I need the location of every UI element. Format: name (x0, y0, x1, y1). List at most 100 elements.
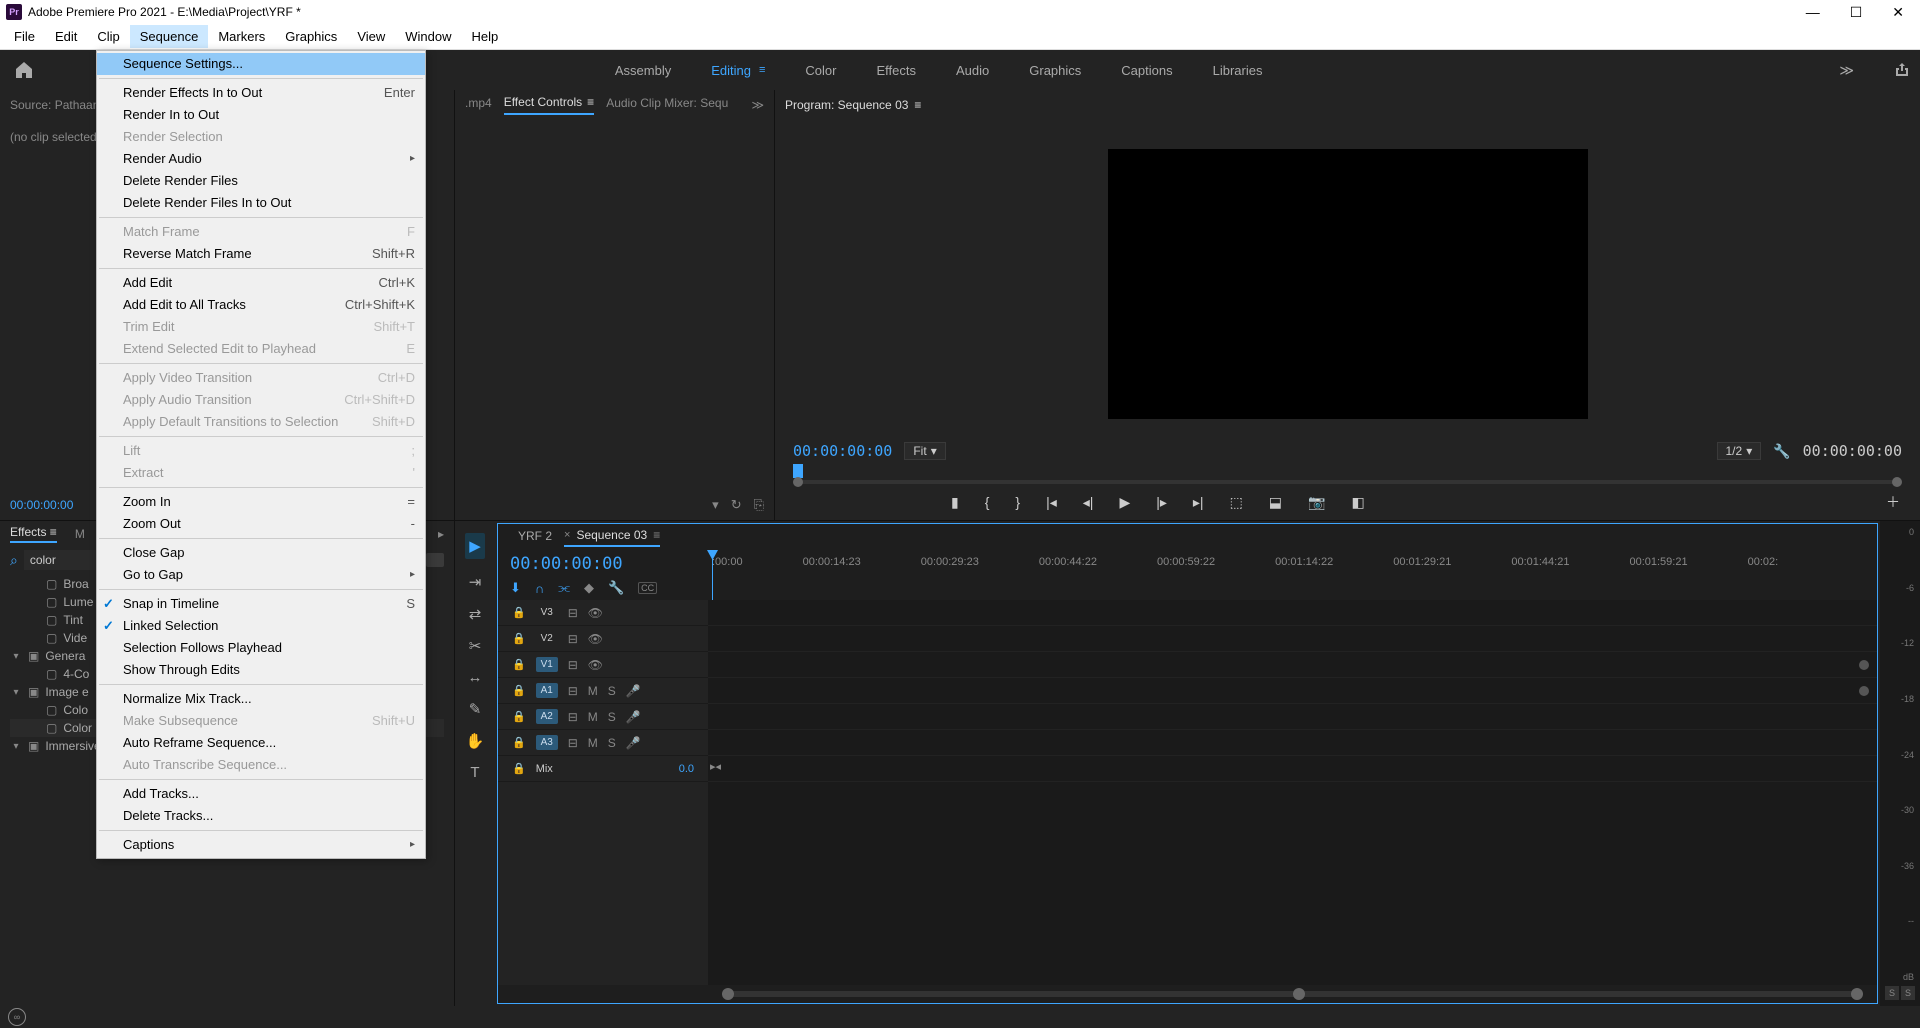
step-back-button[interactable]: ◂| (1083, 494, 1094, 511)
marker-icon[interactable]: ◆ (584, 580, 594, 596)
mute-button[interactable]: M (588, 684, 598, 698)
lock-icon[interactable]: 🔒 (512, 710, 526, 723)
lock-icon[interactable]: 🔒 (512, 658, 526, 671)
pen-tool[interactable]: ✎ (469, 700, 482, 718)
menu-item-delete-render-files-in-to-out[interactable]: Delete Render Files In to Out (97, 192, 425, 214)
track-label[interactable]: A1 (536, 683, 558, 698)
sync-lock-icon[interactable]: ⊟ (568, 632, 578, 646)
panel-overflow[interactable]: ▸ (438, 527, 444, 541)
timeline-timecode[interactable]: 00:00:00:00 (510, 554, 696, 574)
type-tool[interactable]: T (470, 764, 479, 781)
track-select-tool[interactable]: ⇥ (469, 573, 482, 591)
menu-markers[interactable]: Markers (208, 25, 275, 48)
menu-item-reverse-match-frame[interactable]: Reverse Match FrameShift+R (97, 243, 425, 265)
menu-item-add-edit[interactable]: Add EditCtrl+K (97, 272, 425, 294)
video-track-header[interactable]: 🔒V3⊟👁 (498, 600, 708, 626)
menu-item-add-tracks[interactable]: Add Tracks... (97, 783, 425, 805)
workspace-libraries[interactable]: Libraries (1213, 63, 1263, 78)
sync-lock-icon[interactable]: ⊟ (568, 658, 578, 672)
track-label[interactable]: A2 (536, 709, 558, 724)
voice-over-icon[interactable]: 🎤 (626, 684, 641, 698)
settings-icon[interactable]: 🔧 (1773, 443, 1790, 460)
mark-in-button[interactable]: { (985, 494, 990, 510)
program-resolution-dropdown[interactable]: 1/2▾ (1717, 442, 1762, 460)
menu-item-zoom-out[interactable]: Zoom Out- (97, 513, 425, 535)
slip-tool[interactable]: ↔ (468, 669, 483, 686)
menu-window[interactable]: Window (395, 25, 461, 48)
track-label[interactable]: V3 (536, 605, 558, 620)
solo-button[interactable]: S (608, 710, 616, 724)
program-video-frame[interactable] (1108, 149, 1588, 419)
mark-out-button[interactable]: } (1015, 494, 1020, 510)
menu-item-linked-selection[interactable]: ✓Linked Selection (97, 615, 425, 637)
audio-track-header[interactable]: 🔒A1⊟MS🎤 (498, 678, 708, 704)
menu-item-normalize-mix-track[interactable]: Normalize Mix Track... (97, 688, 425, 710)
workspace-captions[interactable]: Captions (1121, 63, 1172, 78)
export-frame-button[interactable]: 📷 (1308, 494, 1325, 511)
track-label[interactable]: V1 (536, 657, 558, 672)
sync-lock-icon[interactable]: ⊟ (568, 684, 578, 698)
audio-track-header[interactable]: 🔒A2⊟MS🎤 (498, 704, 708, 730)
selection-tool[interactable]: ▶ (465, 533, 485, 559)
menu-item-render-audio[interactable]: Render Audio▸ (97, 148, 425, 170)
close-button[interactable]: ✕ (1892, 4, 1904, 21)
mix-track-header[interactable]: 🔒Mix0.0 (498, 756, 708, 782)
menu-help[interactable]: Help (462, 25, 509, 48)
menu-item-sequence-settings[interactable]: Sequence Settings... (97, 53, 425, 75)
program-tab[interactable]: Program: Sequence 03 (785, 98, 908, 112)
lock-icon[interactable]: 🔒 (512, 762, 526, 775)
workspace-audio[interactable]: Audio (956, 63, 989, 78)
source-file-tab[interactable]: .mp4 (465, 96, 492, 114)
menu-item-captions[interactable]: Captions▸ (97, 834, 425, 856)
timeline-zoom-bar[interactable] (498, 985, 1877, 1003)
menu-item-auto-reframe-sequence[interactable]: Auto Reframe Sequence... (97, 732, 425, 754)
menu-item-go-to-gap[interactable]: Go to Gap▸ (97, 564, 425, 586)
zoom-handle-mid[interactable] (1293, 988, 1305, 1000)
play-button[interactable]: ▶ (1119, 494, 1130, 511)
workspace-graphics[interactable]: Graphics (1029, 63, 1081, 78)
menu-item-add-edit-to-all-tracks[interactable]: Add Edit to All TracksCtrl+Shift+K (97, 294, 425, 316)
toggle-track-output-icon[interactable]: 👁 (588, 658, 603, 672)
workspace-overflow-button[interactable]: ≫ (1839, 62, 1854, 79)
track-label[interactable]: V2 (536, 631, 558, 646)
lock-icon[interactable]: 🔒 (512, 684, 526, 697)
ripple-edit-tool[interactable]: ⇄ (469, 605, 482, 623)
menu-file[interactable]: File (4, 25, 45, 48)
menu-item-selection-follows-playhead[interactable]: Selection Follows Playhead (97, 637, 425, 659)
panel-menu-icon[interactable]: ≡ (587, 95, 594, 109)
playhead-icon[interactable] (793, 464, 803, 478)
scrub-handle-left[interactable] (793, 477, 803, 487)
source-tab[interactable]: Source: Pathaan (10, 98, 99, 112)
lift-button[interactable]: ⬚ (1230, 494, 1243, 511)
menu-item-zoom-in[interactable]: Zoom In= (97, 491, 425, 513)
timeline-ruler[interactable]: :00:0000:00:14:2300:00:29:2300:00:44:220… (708, 550, 1877, 600)
menu-item-delete-tracks[interactable]: Delete Tracks... (97, 805, 425, 827)
program-zoom-dropdown[interactable]: Fit▾ (904, 442, 945, 460)
menu-item-close-gap[interactable]: Close Gap (97, 542, 425, 564)
add-marker-button[interactable]: ▮ (951, 494, 959, 511)
settings-icon[interactable]: 🔧 (608, 580, 624, 596)
snap-icon[interactable]: ∩ (535, 581, 544, 596)
menu-view[interactable]: View (347, 25, 395, 48)
expand-icon[interactable]: ▸◂ (710, 760, 721, 773)
timeline-tab[interactable]: YRF 2 (518, 529, 552, 546)
media-tab[interactable]: M (75, 527, 85, 541)
linked-selection-icon[interactable]: ⫘ (558, 580, 570, 596)
track-label[interactable]: A3 (536, 735, 558, 750)
track-area[interactable]: ▸◂ (708, 600, 1877, 985)
filter-icon[interactable]: ▾ (712, 497, 719, 513)
lock-icon[interactable]: 🔒 (512, 632, 526, 645)
center-tabs-overflow[interactable]: ≫ (751, 98, 764, 112)
menu-clip[interactable]: Clip (87, 25, 129, 48)
panel-menu-icon[interactable]: ≡ (914, 98, 921, 112)
insert-icon[interactable]: ⬇ (510, 580, 521, 596)
maximize-button[interactable]: ☐ (1850, 4, 1863, 21)
sync-lock-icon[interactable]: ⊟ (568, 736, 578, 750)
go-to-in-button[interactable]: |◂ (1046, 494, 1057, 511)
button-editor-button[interactable]: ＋ (1886, 492, 1900, 512)
zoom-handle-right[interactable] (1851, 988, 1863, 1000)
hand-tool[interactable]: ✋ (466, 732, 485, 750)
video-track-header[interactable]: 🔒 V1 ⊟ 👁 (498, 652, 708, 678)
lock-icon[interactable]: 🔒 (512, 736, 526, 749)
razor-tool[interactable]: ✂ (469, 637, 482, 655)
